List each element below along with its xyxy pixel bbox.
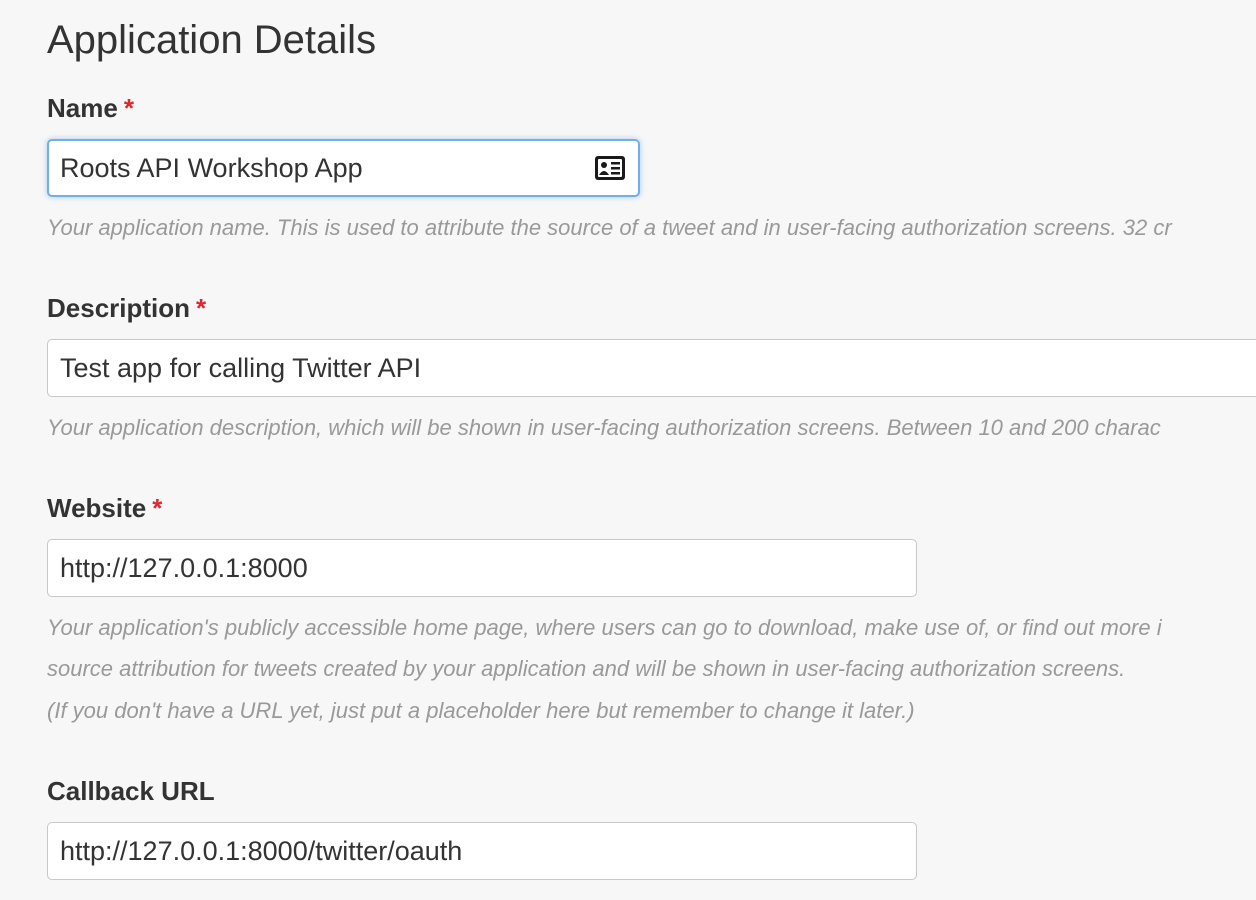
website-field-wrapper[interactable] bbox=[47, 539, 917, 597]
website-required-mark: * bbox=[152, 493, 163, 523]
name-help-text: Your application name. This is used to a… bbox=[47, 215, 1172, 240]
callback-url-field-wrapper[interactable] bbox=[47, 822, 917, 880]
description-input[interactable] bbox=[60, 340, 1218, 396]
description-label-text: Description bbox=[47, 293, 191, 323]
callback-url-label: Callback URL bbox=[47, 776, 215, 807]
callback-url-label-text: Callback URL bbox=[47, 776, 215, 806]
name-input[interactable] bbox=[60, 141, 579, 195]
website-help-line-3: (If you don't have a URL yet, just put a… bbox=[47, 698, 915, 723]
page-title: Application Details bbox=[47, 18, 377, 62]
website-help-line-1: Your application's publicly accessible h… bbox=[47, 615, 1162, 640]
name-label-text: Name bbox=[47, 93, 118, 123]
callback-url-input[interactable] bbox=[60, 823, 858, 879]
description-help-text: Your application description, which will… bbox=[47, 415, 1161, 440]
description-label: Description * bbox=[47, 293, 206, 324]
description-required-mark: * bbox=[196, 293, 207, 323]
name-field-wrapper[interactable] bbox=[47, 139, 640, 197]
contact-card-icon[interactable] bbox=[594, 155, 626, 181]
website-help-line-2: source attribution for tweets created by… bbox=[47, 656, 1126, 681]
description-field-wrapper[interactable] bbox=[47, 339, 1256, 397]
name-required-mark: * bbox=[123, 93, 134, 123]
website-label: Website * bbox=[47, 493, 162, 524]
name-label: Name * bbox=[47, 93, 134, 124]
website-input[interactable] bbox=[60, 540, 858, 596]
website-label-text: Website bbox=[47, 493, 147, 523]
application-details-form: Application Details Name* Your applicati… bbox=[0, 0, 1256, 900]
